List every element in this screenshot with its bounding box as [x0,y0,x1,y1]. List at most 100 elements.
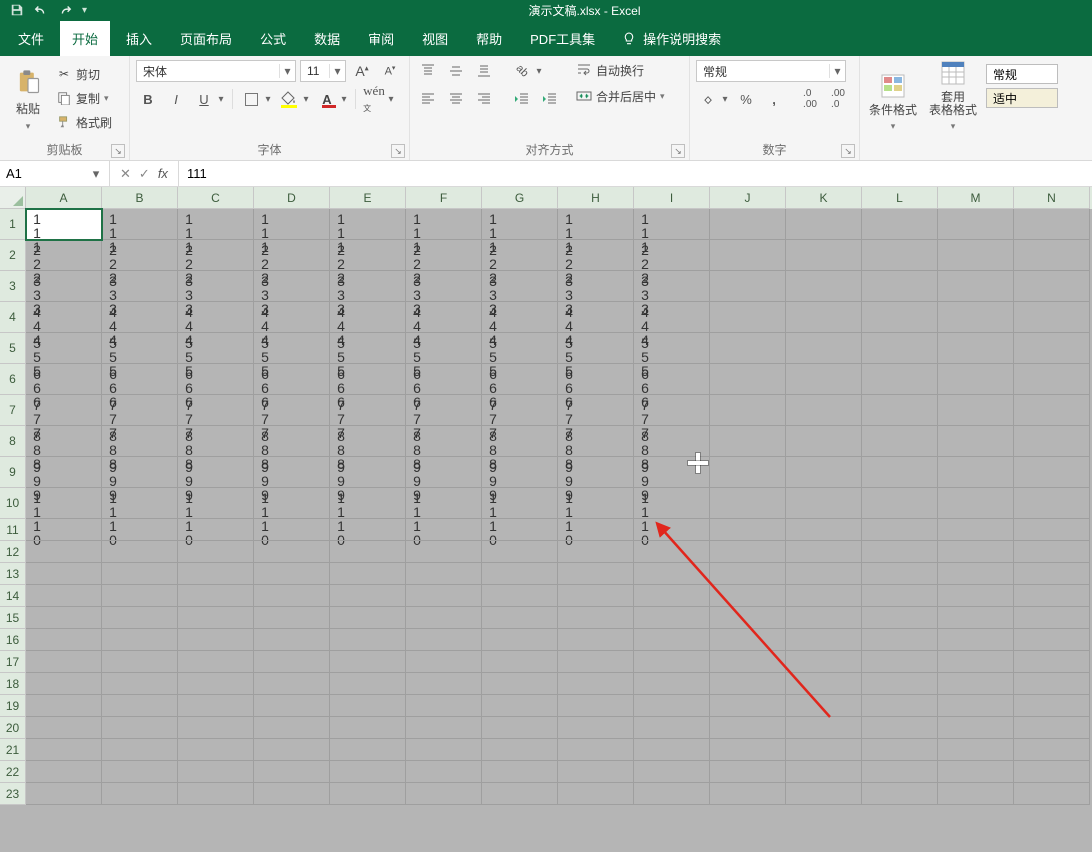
row-headers[interactable]: 1234567891011121314151617181920212223 [0,209,26,805]
cell-M16[interactable] [938,629,1014,651]
cell-M13[interactable] [938,563,1014,585]
cell-H20[interactable] [558,717,634,739]
cell-H13[interactable] [558,563,634,585]
cell-J2[interactable] [710,240,786,271]
cell-A5[interactable]: 555 [26,333,102,364]
cell-F11[interactable] [406,519,482,541]
cell-J1[interactable] [710,209,786,240]
align-top-button[interactable] [416,60,440,82]
column-header-B[interactable]: B [102,187,178,209]
cell-B19[interactable] [102,695,178,717]
cell-J15[interactable] [710,607,786,629]
column-header-C[interactable]: C [178,187,254,209]
cell-J18[interactable] [710,673,786,695]
format-painter-button[interactable]: 格式刷 [56,112,112,132]
cell-D11[interactable] [254,519,330,541]
cell-M21[interactable] [938,739,1014,761]
cell-A3[interactable]: 333 [26,271,102,302]
decrease-decimal-button[interactable]: .00.0 [826,88,850,110]
row-header-15[interactable]: 15 [0,607,26,629]
cell-I1[interactable]: 111 [634,209,710,240]
cell-style-normal[interactable]: 常规 [986,64,1058,84]
cell-K17[interactable] [786,651,862,673]
cell-G5[interactable]: 555 [482,333,558,364]
align-middle-button[interactable] [444,60,468,82]
cell-D18[interactable] [254,673,330,695]
row-header-22[interactable]: 22 [0,761,26,783]
cell-C19[interactable] [178,695,254,717]
cell-J14[interactable] [710,585,786,607]
cell-D8[interactable]: 888 [254,426,330,457]
cell-I11[interactable] [634,519,710,541]
cell-G19[interactable] [482,695,558,717]
phonetic-dropdown[interactable]: ▾ [386,88,396,110]
cell-N19[interactable] [1014,695,1090,717]
align-right-button[interactable] [472,88,496,110]
cell-I16[interactable] [634,629,710,651]
cell-B7[interactable]: 777 [102,395,178,426]
cell-A10[interactable]: 1110 [26,488,102,519]
cell-G3[interactable]: 333 [482,271,558,302]
cell-H9[interactable]: 999 [558,457,634,488]
cell-J5[interactable] [710,333,786,364]
cell-C15[interactable] [178,607,254,629]
cell-C22[interactable] [178,761,254,783]
cell-F22[interactable] [406,761,482,783]
cell-A19[interactable] [26,695,102,717]
cell-K3[interactable] [786,271,862,302]
cell-G4[interactable]: 444 [482,302,558,333]
cell-L7[interactable] [862,395,938,426]
cell-K15[interactable] [786,607,862,629]
row-header-21[interactable]: 21 [0,739,26,761]
cell-C16[interactable] [178,629,254,651]
cell-A14[interactable] [26,585,102,607]
cell-B6[interactable]: 666 [102,364,178,395]
cell-L20[interactable] [862,717,938,739]
cell-K11[interactable] [786,519,862,541]
column-header-H[interactable]: H [558,187,634,209]
cell-C20[interactable] [178,717,254,739]
cell-M23[interactable] [938,783,1014,805]
cell-K5[interactable] [786,333,862,364]
cell-A18[interactable] [26,673,102,695]
cell-H1[interactable]: 111 [558,209,634,240]
row-header-14[interactable]: 14 [0,585,26,607]
cell-G14[interactable] [482,585,558,607]
borders-button[interactable] [239,88,263,110]
cell-C18[interactable] [178,673,254,695]
cell-L6[interactable] [862,364,938,395]
cell-N5[interactable] [1014,333,1090,364]
cell-L16[interactable] [862,629,938,651]
cell-E21[interactable] [330,739,406,761]
cell-B13[interactable] [102,563,178,585]
cell-F1[interactable]: 111 [406,209,482,240]
accounting-dropdown[interactable]: ▾ [720,88,730,110]
cell-H11[interactable] [558,519,634,541]
cell-E20[interactable] [330,717,406,739]
column-header-N[interactable]: N [1014,187,1090,209]
row-header-2[interactable]: 2 [0,240,26,271]
cell-D23[interactable] [254,783,330,805]
cell-I2[interactable]: 222 [634,240,710,271]
cell-A9[interactable]: 999 [26,457,102,488]
cell-C23[interactable] [178,783,254,805]
cell-F3[interactable]: 333 [406,271,482,302]
clipboard-launcher[interactable]: ↘ [111,144,125,158]
cell-K19[interactable] [786,695,862,717]
chevron-down-icon[interactable]: ▾ [86,166,106,182]
cell-A4[interactable]: 444 [26,302,102,333]
cell-A6[interactable]: 666 [26,364,102,395]
tab-pdf-tools[interactable]: PDF工具集 [518,21,607,56]
row-header-17[interactable]: 17 [0,651,26,673]
cell-A21[interactable] [26,739,102,761]
cell-D5[interactable]: 555 [254,333,330,364]
cell-E15[interactable] [330,607,406,629]
copy-button[interactable]: 复制 ▾ [56,88,112,108]
undo-icon[interactable] [34,3,48,17]
cell-J19[interactable] [710,695,786,717]
cell-H15[interactable] [558,607,634,629]
italic-button[interactable]: I [164,88,188,110]
cell-B2[interactable]: 222 [102,240,178,271]
cell-D17[interactable] [254,651,330,673]
column-header-I[interactable]: I [634,187,710,209]
